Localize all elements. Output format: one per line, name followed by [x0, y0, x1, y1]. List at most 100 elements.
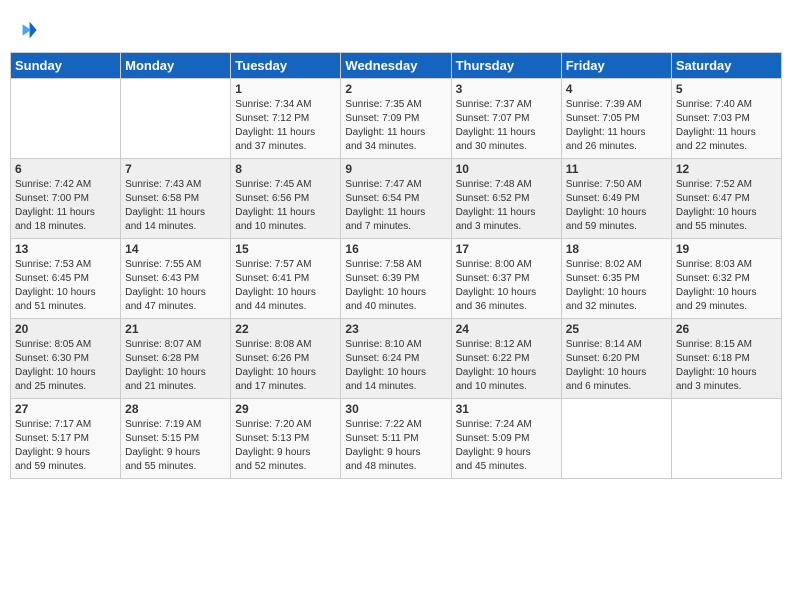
calendar-cell: 29 Sunrise: 7:20 AM Sunset: 5:13 PM Dayli… [231, 399, 341, 479]
calendar-cell: 28Sunrise: 7:19 AM Sunset: 5:15 PM Dayli… [121, 399, 231, 479]
calendar-cell: 25Sunrise: 8:14 AM Sunset: 6:20 PM Dayli… [561, 319, 671, 399]
calendar-cell: 3Sunrise: 7:37 AM Sunset: 7:07 PM Daylig… [451, 79, 561, 159]
calendar-header: SundayMondayTuesdayWednesdayThursdayFrid… [11, 53, 782, 79]
calendar-cell: 7Sunrise: 7:43 AM Sunset: 6:58 PM Daylig… [121, 159, 231, 239]
day-number: 13 [15, 242, 116, 256]
day-info: Sunrise: 8:05 AM Sunset: 6:30 PM Dayligh… [15, 338, 116, 394]
day-number: 2 [345, 82, 446, 96]
day-info: Sunrise: 8:12 AM Sunset: 6:22 PM Dayligh… [456, 338, 557, 394]
calendar-cell: 17 Sunrise: 8:00 AM Sunset: 6:37 PM Dayli… [451, 239, 561, 319]
calendar-cell: 10Sunrise: 7:48 AM Sunset: 6:52 PM Dayli… [451, 159, 561, 239]
day-info: Sunrise: 8:03 AM Sunset: 6:32 PM Dayligh… [676, 258, 777, 314]
day-info: Sunrise: 8:08 AM Sunset: 6:26 PM Dayligh… [235, 338, 336, 394]
day-number: 14 [125, 242, 226, 256]
calendar-cell: 1Sunrise: 7:34 AM Sunset: 7:12 PM Daylig… [231, 79, 341, 159]
day-number: 5 [676, 82, 777, 96]
day-number: 24 [456, 322, 557, 336]
day-info: Sunrise: 7:35 AM Sunset: 7:09 PM Dayligh… [345, 98, 446, 154]
day-number: 22 [235, 322, 336, 336]
day-info: Sunrise: 8:15 AM Sunset: 6:18 PM Dayligh… [676, 338, 777, 394]
calendar-week-row: 6 Sunrise: 7:42 AM Sunset: 7:00 PM Daylig… [11, 159, 782, 239]
day-info: Sunrise: 7:53 AM Sunset: 6:45 PM Dayligh… [15, 258, 116, 314]
calendar-cell: 8 Sunrise: 7:45 AM Sunset: 6:56 PM Daylig… [231, 159, 341, 239]
calendar-cell: 4 Sunrise: 7:39 AM Sunset: 7:05 PM Daylig… [561, 79, 671, 159]
day-info: Sunrise: 7:45 AM Sunset: 6:56 PM Dayligh… [235, 178, 336, 234]
day-number: 4 [566, 82, 667, 96]
page-header [10, 10, 782, 44]
calendar-body: 1Sunrise: 7:34 AM Sunset: 7:12 PM Daylig… [11, 79, 782, 479]
calendar-cell: 2 Sunrise: 7:35 AM Sunset: 7:09 PM Daylig… [341, 79, 451, 159]
day-info: Sunrise: 8:02 AM Sunset: 6:35 PM Dayligh… [566, 258, 667, 314]
day-number: 18 [566, 242, 667, 256]
day-number: 8 [235, 162, 336, 176]
calendar-cell: 20 Sunrise: 8:05 AM Sunset: 6:30 PM Dayli… [11, 319, 121, 399]
weekday-header-monday: Monday [121, 53, 231, 79]
weekday-header-tuesday: Tuesday [231, 53, 341, 79]
calendar-cell: 12Sunrise: 7:52 AM Sunset: 6:47 PM Dayli… [671, 159, 781, 239]
day-number: 20 [15, 322, 116, 336]
weekday-header-friday: Friday [561, 53, 671, 79]
weekday-header-saturday: Saturday [671, 53, 781, 79]
calendar-cell [561, 399, 671, 479]
day-number: 29 [235, 402, 336, 416]
day-info: Sunrise: 7:24 AM Sunset: 5:09 PM Dayligh… [456, 418, 557, 474]
day-number: 23 [345, 322, 446, 336]
day-info: Sunrise: 7:48 AM Sunset: 6:52 PM Dayligh… [456, 178, 557, 234]
calendar-cell: 11Sunrise: 7:50 AM Sunset: 6:49 PM Dayli… [561, 159, 671, 239]
calendar-cell: 15Sunrise: 7:57 AM Sunset: 6:41 PM Dayli… [231, 239, 341, 319]
calendar-cell: 9 Sunrise: 7:47 AM Sunset: 6:54 PM Daylig… [341, 159, 451, 239]
calendar-cell [11, 79, 121, 159]
calendar-cell [671, 399, 781, 479]
calendar-cell: 19 Sunrise: 8:03 AM Sunset: 6:32 PM Dayli… [671, 239, 781, 319]
day-info: Sunrise: 7:17 AM Sunset: 5:17 PM Dayligh… [15, 418, 116, 474]
day-info: Sunrise: 7:42 AM Sunset: 7:00 PM Dayligh… [15, 178, 116, 234]
calendar-table: SundayMondayTuesdayWednesdayThursdayFrid… [10, 52, 782, 479]
weekday-header-thursday: Thursday [451, 53, 561, 79]
calendar-cell: 22 Sunrise: 8:08 AM Sunset: 6:26 PM Dayli… [231, 319, 341, 399]
day-number: 9 [345, 162, 446, 176]
day-number: 26 [676, 322, 777, 336]
calendar-cell [121, 79, 231, 159]
logo-icon [10, 16, 38, 44]
weekday-header-wednesday: Wednesday [341, 53, 451, 79]
day-info: Sunrise: 7:20 AM Sunset: 5:13 PM Dayligh… [235, 418, 336, 474]
day-number: 12 [676, 162, 777, 176]
day-number: 21 [125, 322, 226, 336]
calendar-cell: 18 Sunrise: 8:02 AM Sunset: 6:35 PM Dayli… [561, 239, 671, 319]
calendar-cell: 13 Sunrise: 7:53 AM Sunset: 6:45 PM Dayli… [11, 239, 121, 319]
day-info: Sunrise: 7:37 AM Sunset: 7:07 PM Dayligh… [456, 98, 557, 154]
calendar-cell: 5 Sunrise: 7:40 AM Sunset: 7:03 PM Daylig… [671, 79, 781, 159]
day-info: Sunrise: 7:39 AM Sunset: 7:05 PM Dayligh… [566, 98, 667, 154]
day-info: Sunrise: 7:47 AM Sunset: 6:54 PM Dayligh… [345, 178, 446, 234]
day-number: 27 [15, 402, 116, 416]
day-number: 19 [676, 242, 777, 256]
day-info: Sunrise: 7:34 AM Sunset: 7:12 PM Dayligh… [235, 98, 336, 154]
day-number: 16 [345, 242, 446, 256]
day-number: 7 [125, 162, 226, 176]
day-number: 17 [456, 242, 557, 256]
calendar-cell: 6 Sunrise: 7:42 AM Sunset: 7:00 PM Daylig… [11, 159, 121, 239]
calendar-week-row: 20 Sunrise: 8:05 AM Sunset: 6:30 PM Dayli… [11, 319, 782, 399]
day-info: Sunrise: 7:22 AM Sunset: 5:11 PM Dayligh… [345, 418, 446, 474]
day-info: Sunrise: 7:58 AM Sunset: 6:39 PM Dayligh… [345, 258, 446, 314]
weekday-header-row: SundayMondayTuesdayWednesdayThursdayFrid… [11, 53, 782, 79]
weekday-header-sunday: Sunday [11, 53, 121, 79]
logo [10, 16, 40, 44]
calendar-week-row: 27 Sunrise: 7:17 AM Sunset: 5:17 PM Dayli… [11, 399, 782, 479]
day-number: 15 [235, 242, 336, 256]
calendar-cell: 26 Sunrise: 8:15 AM Sunset: 6:18 PM Dayli… [671, 319, 781, 399]
day-number: 25 [566, 322, 667, 336]
day-number: 28 [125, 402, 226, 416]
calendar-cell: 31Sunrise: 7:24 AM Sunset: 5:09 PM Dayli… [451, 399, 561, 479]
calendar-week-row: 1Sunrise: 7:34 AM Sunset: 7:12 PM Daylig… [11, 79, 782, 159]
day-number: 11 [566, 162, 667, 176]
day-number: 6 [15, 162, 116, 176]
calendar-cell: 14Sunrise: 7:55 AM Sunset: 6:43 PM Dayli… [121, 239, 231, 319]
calendar-cell: 16 Sunrise: 7:58 AM Sunset: 6:39 PM Dayli… [341, 239, 451, 319]
calendar-cell: 30Sunrise: 7:22 AM Sunset: 5:11 PM Dayli… [341, 399, 451, 479]
calendar-cell: 24 Sunrise: 8:12 AM Sunset: 6:22 PM Dayli… [451, 319, 561, 399]
calendar-week-row: 13 Sunrise: 7:53 AM Sunset: 6:45 PM Dayli… [11, 239, 782, 319]
calendar-cell: 23Sunrise: 8:10 AM Sunset: 6:24 PM Dayli… [341, 319, 451, 399]
day-info: Sunrise: 7:40 AM Sunset: 7:03 PM Dayligh… [676, 98, 777, 154]
day-info: Sunrise: 8:00 AM Sunset: 6:37 PM Dayligh… [456, 258, 557, 314]
